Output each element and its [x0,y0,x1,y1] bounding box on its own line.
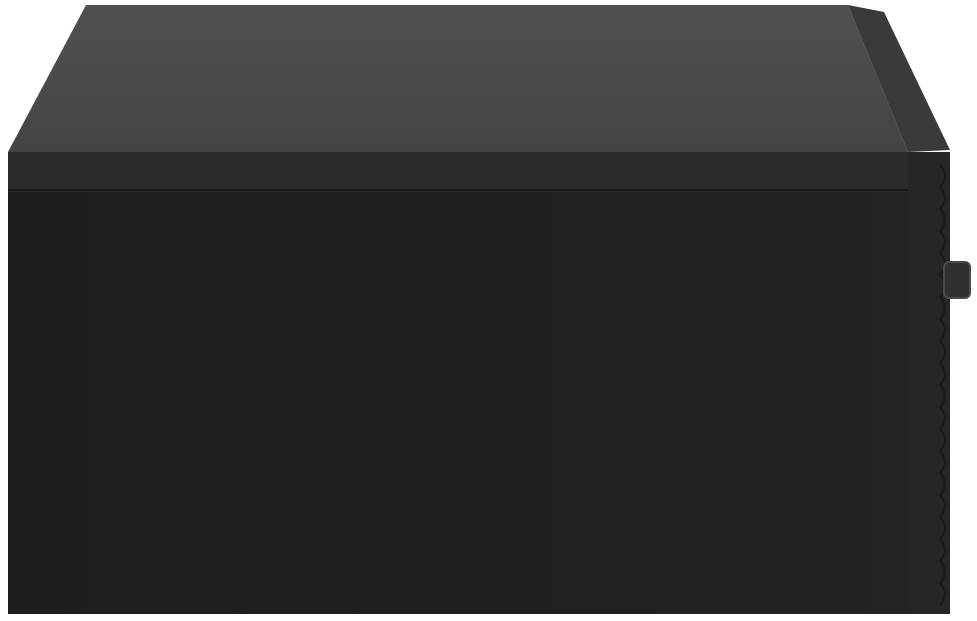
drawer-handle [943,261,971,299]
product-photo [0,0,977,621]
cabinet-front-panel [8,192,908,614]
cabinet-top-surface [8,5,908,152]
drawer-illustration [8,5,971,614]
cabinet-top-edge [8,152,908,192]
